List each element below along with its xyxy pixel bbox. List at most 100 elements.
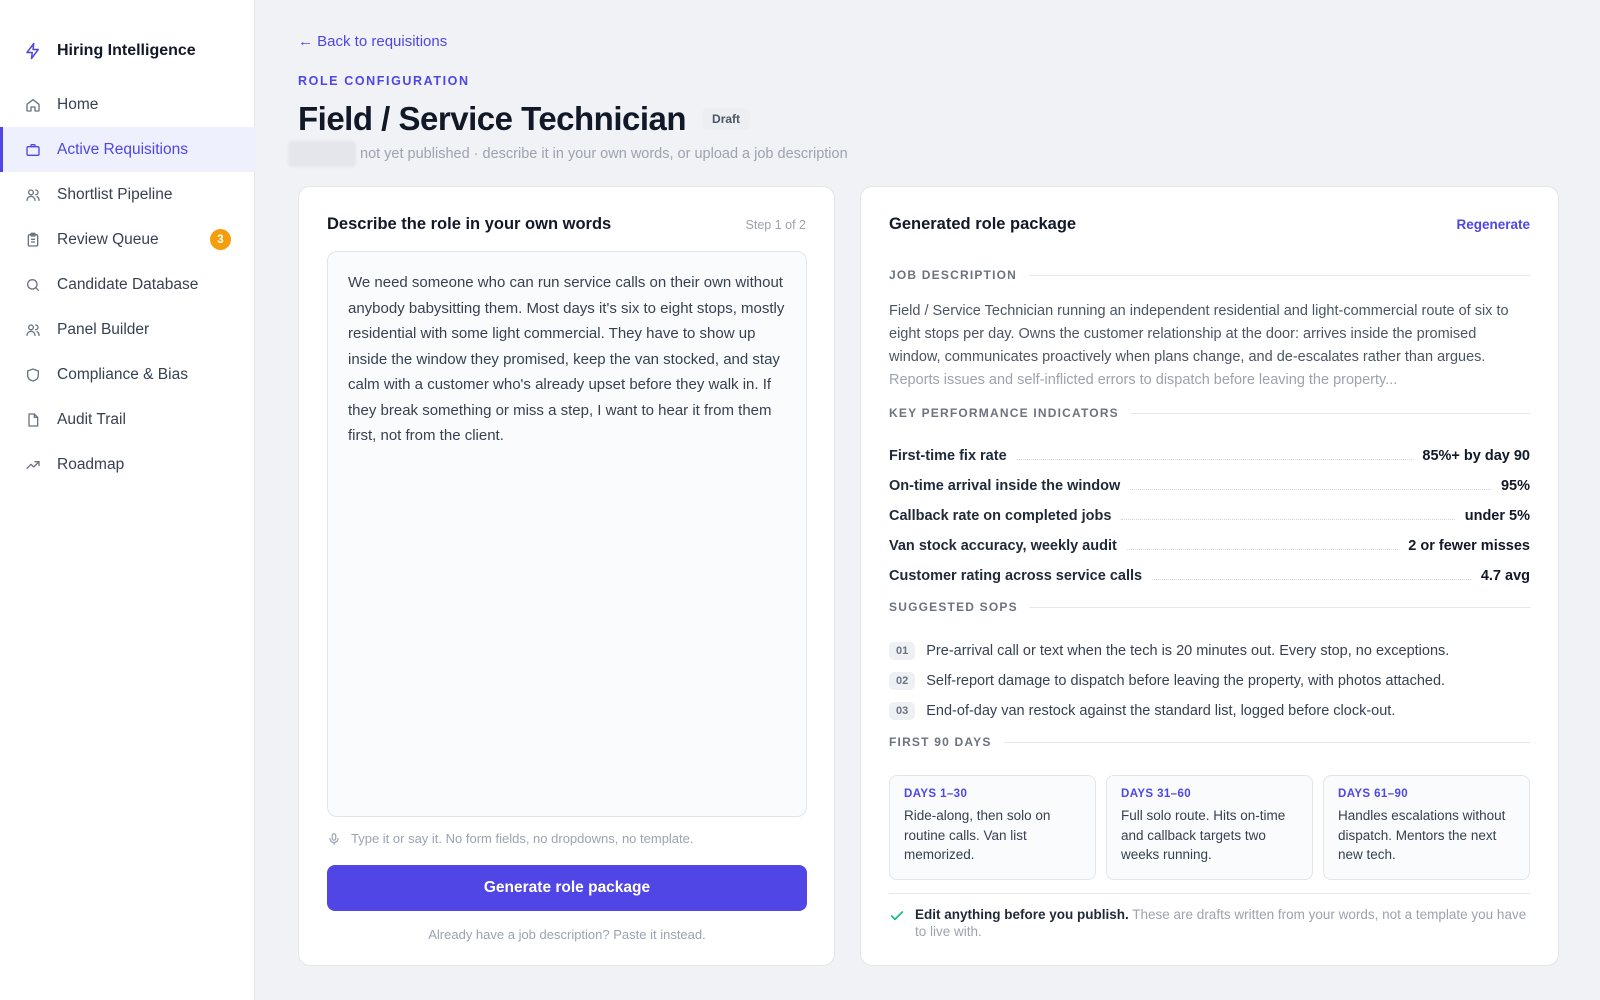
kpi-value: 95%: [1500, 478, 1530, 494]
sops-heading: SUGGESTED SOPS: [889, 600, 1530, 614]
package-card-header: Generated role package Regenerate: [889, 215, 1530, 234]
back-to-requisitions-link[interactable]: ← Back to requisitions: [298, 33, 447, 50]
section-label: FIRST 90 DAYS: [889, 735, 992, 749]
kpi-row: Callback rate on completed jobs under 5%: [889, 501, 1530, 531]
kpi-value: 4.7 avg: [1480, 568, 1530, 584]
kpi-name: Customer rating across service calls: [889, 568, 1143, 584]
publish-note-text: Edit anything before you publish. These …: [915, 907, 1530, 940]
sidebar-item-shortlist-pipeline[interactable]: Shortlist Pipeline: [0, 172, 255, 217]
publish-note-strong: Edit anything before you publish.: [915, 907, 1129, 922]
paste-job-description-link[interactable]: Already have a job description? Paste it…: [327, 927, 807, 942]
users-icon: [24, 186, 42, 204]
leader-dots: [1121, 518, 1455, 520]
sidebar: Hiring Intelligence Home Active Requisit…: [0, 0, 255, 1000]
kpi-row: On-time arrival inside the window 95%: [889, 471, 1530, 501]
sidebar-item-label: Candidate Database: [57, 275, 199, 293]
phase-text: Handles escalations without dispatch. Me…: [1338, 808, 1506, 862]
status-badge: Draft: [702, 108, 751, 130]
title-row: Field / Service Technician Draft: [298, 98, 751, 140]
divider: [1003, 741, 1530, 743]
kpi-name: Van stock accuracy, weekly audit: [889, 538, 1117, 554]
kpi-value: 85%+ by day 90: [1422, 448, 1530, 464]
leader-dots: [1130, 488, 1491, 490]
sop-row: 01 Pre-arrival call or text when the tech…: [889, 636, 1530, 666]
briefcase-icon: [24, 141, 42, 159]
sidebar-item-label: Audit Trail: [57, 410, 126, 428]
first-90-days-heading: FIRST 90 DAYS: [889, 735, 1530, 749]
page-title: Field / Service Technician: [298, 100, 687, 137]
brand[interactable]: Hiring Intelligence: [24, 38, 196, 64]
regenerate-button[interactable]: Regenerate: [1456, 217, 1530, 232]
phase-text: Full solo route. Hits on-time and callba…: [1121, 808, 1286, 862]
describe-card-title: Describe the role in your own words: [327, 215, 612, 233]
leader-dots: [1126, 548, 1399, 550]
section-label: JOB DESCRIPTION: [889, 268, 1018, 282]
app-name: Hiring Intelligence: [57, 42, 196, 59]
home-icon: [24, 96, 42, 114]
sidebar-item-review-queue[interactable]: Review Queue 3: [0, 217, 255, 262]
divider: [1029, 274, 1530, 276]
sidebar-item-label: Home: [57, 95, 99, 113]
sidebar-item-label: Review Queue: [57, 230, 159, 248]
clipboard-icon: [24, 231, 42, 249]
input-hint: Type it or say it. No form fields, no dr…: [327, 831, 694, 846]
generated-package-card: Generated role package Regenerate JOB DE…: [860, 186, 1559, 966]
shield-icon: [24, 366, 42, 384]
kpi-row: Van stock accuracy, weekly audit 2 or few…: [889, 531, 1530, 561]
sidebar-item-panel-builder[interactable]: Panel Builder: [0, 307, 255, 352]
sidebar-item-label: Active Requisitions: [57, 140, 188, 158]
subtitle-row: not yet published · describe it in your …: [288, 141, 848, 167]
review-count-badge: 3: [210, 229, 231, 250]
sop-text: Self-report damage to dispatch before le…: [926, 673, 1446, 689]
sidebar-item-label: Roadmap: [57, 455, 125, 473]
job-description-heading: JOB DESCRIPTION: [889, 268, 1530, 282]
sidebar-item-home[interactable]: Home: [0, 82, 255, 127]
sidebar-item-compliance-bias[interactable]: Compliance & Bias: [0, 352, 255, 397]
sop-number: 03: [889, 702, 916, 720]
page-subtitle: not yet published · describe it in your …: [360, 146, 848, 162]
kpi-value: 2 or fewer misses: [1408, 538, 1530, 554]
package-card-title: Generated role package: [889, 215, 1077, 233]
job-description-text[interactable]: Field / Service Technician running an in…: [889, 300, 1530, 392]
kpi-value: under 5%: [1464, 508, 1530, 524]
kpi-heading: KEY PERFORMANCE INDICATORS: [889, 406, 1530, 420]
users-icon: [24, 321, 42, 339]
generate-role-package-button[interactable]: Generate role package: [327, 865, 807, 911]
phase-card: DAYS 31–60 Full solo route. Hits on-time…: [1106, 775, 1313, 880]
microphone-icon: [329, 832, 339, 845]
phase-card: DAYS 1–30 Ride-along, then solo on routi…: [889, 775, 1096, 880]
sop-text: End-of-day van restock against the stand…: [926, 703, 1396, 719]
sop-row: 03 End-of-day van restock against the sta…: [889, 696, 1530, 726]
file-icon: [24, 411, 42, 429]
describe-card-header: Describe the role in your own words Step…: [327, 215, 806, 234]
redacted-chip: [288, 141, 356, 167]
job-description-body: Field / Service Technician running an in…: [889, 303, 1509, 365]
role-description-input[interactable]: We need someone who can run service call…: [327, 251, 807, 817]
kpi-name: On-time arrival inside the window: [889, 478, 1121, 494]
sidebar-item-audit-trail[interactable]: Audit Trail: [0, 397, 255, 442]
sidebar-item-label: Panel Builder: [57, 320, 150, 338]
sidebar-item-active-requisitions[interactable]: Active Requisitions: [0, 127, 255, 172]
sop-row: 02 Self-report damage to dispatch before …: [889, 666, 1530, 696]
search-icon: [24, 276, 42, 294]
bolt-icon: [26, 42, 39, 60]
sidebar-item-roadmap[interactable]: Roadmap: [0, 442, 255, 487]
trending-up-icon: [24, 456, 42, 474]
section-label: KEY PERFORMANCE INDICATORS: [889, 406, 1119, 420]
divider: [1029, 606, 1530, 608]
sop-list: 01 Pre-arrival call or text when the tech…: [889, 636, 1530, 726]
sidebar-item-label: Shortlist Pipeline: [57, 185, 173, 203]
phase-card: DAYS 61–90 Handles escalations without d…: [1323, 775, 1530, 880]
phase-label: DAYS 61–90: [1338, 788, 1409, 800]
sop-number: 02: [889, 672, 916, 690]
phase-text: Ride-along, then solo on routine calls. …: [904, 808, 1051, 862]
section-label: SUGGESTED SOPS: [889, 600, 1018, 614]
sop-text: Pre-arrival call or text when the tech i…: [926, 643, 1450, 659]
kpi-row: Customer rating across service calls 4.7 …: [889, 561, 1530, 591]
leader-dots: [1016, 458, 1413, 460]
page-eyebrow: ROLE CONFIGURATION: [298, 74, 470, 88]
sidebar-item-label: Compliance & Bias: [57, 365, 188, 383]
step-indicator: Step 1 of 2: [745, 217, 806, 232]
check-icon: [890, 911, 904, 921]
sidebar-item-candidate-database[interactable]: Candidate Database: [0, 262, 255, 307]
